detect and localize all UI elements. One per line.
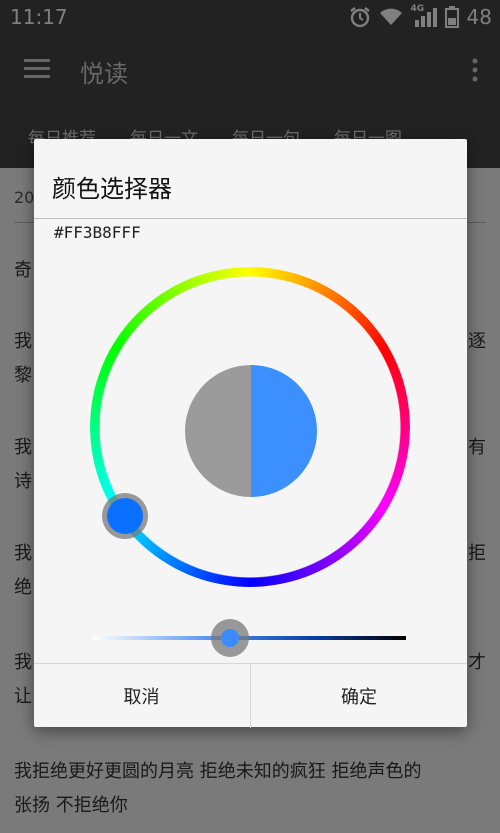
hex-value: #FF3B8FFF xyxy=(54,223,141,242)
color-picker-dialog: 颜色选择器 #FF3B8FFF 取消 确定 xyxy=(34,139,467,728)
old-color-swatch[interactable] xyxy=(185,365,251,497)
color-preview[interactable] xyxy=(185,365,317,497)
dialog-title-divider xyxy=(34,218,467,219)
dialog-title: 颜色选择器 xyxy=(52,175,172,203)
cancel-button[interactable]: 取消 xyxy=(34,664,249,728)
new-color-swatch xyxy=(251,365,317,497)
hue-knob[interactable] xyxy=(107,498,143,534)
dialog-button-bar: 取消 确定 xyxy=(34,663,467,728)
ok-button[interactable]: 确定 xyxy=(250,664,467,728)
